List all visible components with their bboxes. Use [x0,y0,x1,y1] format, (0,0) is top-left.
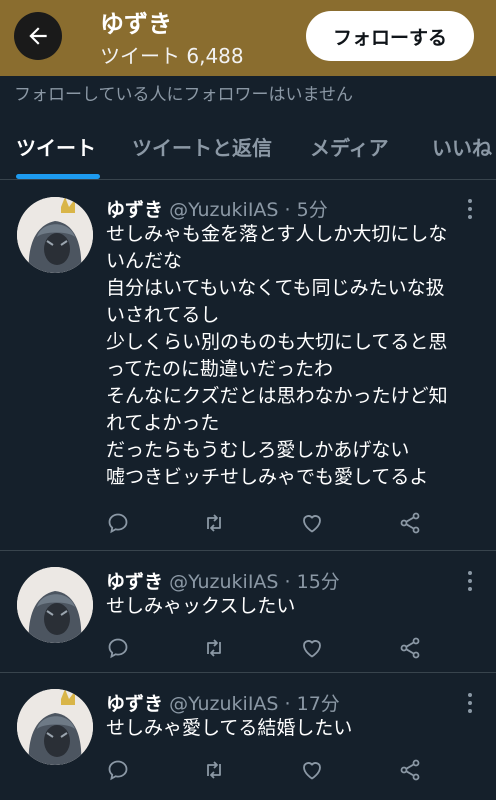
follow-button[interactable]: フォローする [306,11,474,61]
back-button[interactable] [14,12,62,60]
tab-tweets-and-replies[interactable]: ツイートと返信 [132,132,272,161]
reply-icon[interactable] [106,758,130,782]
more-vertical-icon[interactable] [460,197,480,221]
tweet-meta: @YuzukiIAS · 17分 [169,693,340,715]
tweet-actions [106,758,436,782]
tweet-text: せしみゃックスしたい [106,593,482,620]
tweet-author-name[interactable]: ゆずき [106,693,163,715]
tweet-header: ゆずき @YuzukiIAS · 17分 [106,689,340,716]
retweet-icon[interactable] [202,758,226,782]
tweet-line: 自分はいてもいなくても同じみたいな扱 [106,277,445,299]
tweet-line: だったらもうむしろ愛しかあげない [106,439,410,461]
tweet-actions [106,636,436,660]
tweet-line: いんだな [106,250,183,272]
tweet-line: れてよかった [106,412,220,434]
avatar[interactable] [17,567,93,643]
more-vertical-icon[interactable] [460,691,480,715]
tweet-count: ツイート 6,488 [100,44,244,68]
profile-header: ゆずき ツイート 6,488 フォローする [0,0,496,76]
avatar-image [17,197,93,273]
share-icon[interactable] [398,758,422,782]
tweet-actions [106,511,436,535]
tweet-meta: @YuzukiIAS · 5分 [169,199,328,221]
tweet-line: せしみゃックスしたい [106,595,296,617]
tweet-line: せしみゃも金を落とす人しか大切にしな [106,223,448,245]
profile-tabs: ツイート ツイートと返信 メディア いいね [0,118,496,180]
share-icon[interactable] [398,511,422,535]
tweet-author-name[interactable]: ゆずき [106,199,163,221]
tab-media[interactable]: メディア [310,132,389,161]
tweet-line: そんなにクズだとは思わなかったけど知 [106,385,448,407]
avatar[interactable] [17,197,93,273]
reply-icon[interactable] [106,511,130,535]
tweet-header: ゆずき @YuzukiIAS · 5分 [106,195,328,222]
tweet-header: ゆずき @YuzukiIAS · 15分 [106,567,340,594]
retweet-icon[interactable] [202,636,226,660]
retweet-icon[interactable] [202,511,226,535]
tweet[interactable]: ゆずき @YuzukiIAS · 5分 せしみゃも金を落とす人しか大切にしな い… [0,181,496,551]
reply-icon[interactable] [106,636,130,660]
tweet-line: いされてるし [106,304,220,326]
avatar-image [17,567,93,643]
tab-likes[interactable]: いいね [432,132,492,161]
tweet-text: せしみゃも金を落とす人しか大切にしな いんだな 自分はいてもいなくても同じみたい… [106,221,482,491]
tweet-line: ってたのに勘違いだったわ [106,358,334,380]
active-tab-indicator [16,174,100,179]
tweet-author-name[interactable]: ゆずき [106,571,163,593]
followers-notice: フォローしている人にフォロワーはいません [14,85,353,105]
tweet-meta: @YuzukiIAS · 15分 [169,571,340,593]
tweet[interactable]: ゆずき @YuzukiIAS · 15分 せしみゃックスしたい [0,551,496,673]
more-vertical-icon[interactable] [460,569,480,593]
profile-name: ゆずき [100,10,172,38]
arrow-left-icon [29,27,47,45]
tweet-text: せしみゃ愛してる結婚したい [106,715,482,742]
heart-icon[interactable] [300,511,324,535]
tweet-line: せしみゃ愛してる結婚したい [106,717,353,739]
share-icon[interactable] [398,636,422,660]
heart-icon[interactable] [300,636,324,660]
tab-tweets[interactable]: ツイート [16,132,96,161]
tweet-line: 少しくらい別のものも大切にしてると思 [106,331,448,353]
heart-icon[interactable] [300,758,324,782]
tweet[interactable]: ゆずき @YuzukiIAS · 17分 せしみゃ愛してる結婚したい [0,673,496,800]
avatar[interactable] [17,689,93,765]
tweet-line: 嘘つきビッチせしみゃでも愛してるよ [106,466,429,488]
avatar-image [17,689,93,765]
